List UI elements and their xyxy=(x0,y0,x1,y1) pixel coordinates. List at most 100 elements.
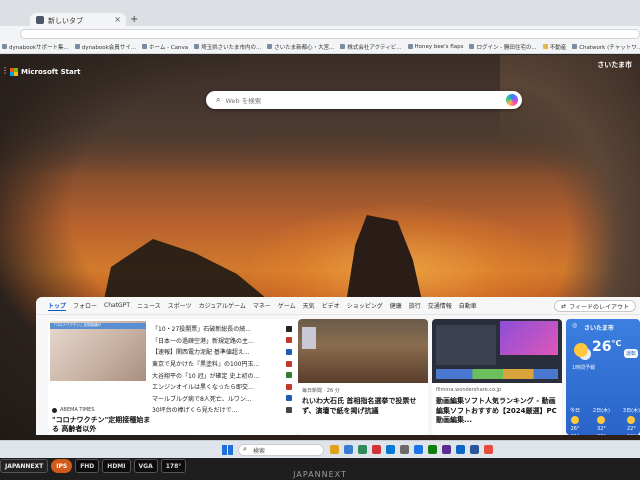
copilot-icon[interactable] xyxy=(506,94,518,106)
ad-card-video-editor[interactable]: filmora.wondershare.co.jp 動画編集ソフト人気ランキング… xyxy=(432,319,562,435)
taskbar-app-icon[interactable] xyxy=(330,445,339,454)
weather-pill[interactable]: 運転 xyxy=(623,349,638,358)
forecast-day[interactable]: 3日(木) 22° 19° xyxy=(623,407,640,435)
feed-tab[interactable]: カジュアルゲーム xyxy=(199,301,246,310)
bookmark-label: dynabook会員サイ... xyxy=(81,44,137,51)
preview-panel-shape xyxy=(500,321,558,355)
news-headline[interactable]: れいわ大石氏 首相指名選挙で投票せず、演壇で紙を掲げ抗議 xyxy=(302,397,426,416)
bookmark-item[interactable]: dynabook会員サイ... xyxy=(74,43,137,51)
feed-tab[interactable]: フォロー xyxy=(73,301,97,310)
forecast-low: 23° xyxy=(597,434,606,435)
taskbar-app-icon[interactable] xyxy=(442,445,451,454)
bookmark-item[interactable]: Chatwork (チャットワ... xyxy=(572,43,640,51)
list-item[interactable]: 東京で見かけた『黒塗料』の100円玉... xyxy=(152,358,296,370)
list-item[interactable]: 「日本一の過疎空港」新規定路の主... xyxy=(152,335,296,347)
news-card-politics[interactable]: 毎日新聞 · 26 分 れいわ大石氏 首相指名選挙で投票せず、演壇で紙を掲げ抗議 xyxy=(298,319,428,435)
address-bar[interactable] xyxy=(20,29,640,39)
forecast-day[interactable]: 2日(木) 32° 23° xyxy=(593,407,610,435)
monitor-brand: JAPANNEXT xyxy=(293,470,347,479)
temperature-value: 26 xyxy=(592,339,612,355)
bookmark-item[interactable]: 埼玉県さいたま市内の... xyxy=(194,43,261,51)
bookmark-item[interactable]: ログイン - 勝田住宅の... xyxy=(469,43,537,51)
microsoft-start-logo[interactable]: Microsoft Start xyxy=(10,68,81,76)
search-placeholder: Web を検索 xyxy=(225,97,262,105)
bookmark-item[interactable]: ホーム - Canva xyxy=(142,43,188,51)
feed-tab[interactable]: 交通情報 xyxy=(428,301,452,310)
taskbar: ⌕ 検索 xyxy=(0,440,640,458)
feed-tab[interactable]: 自動車 xyxy=(459,301,477,310)
feed-tab[interactable]: マネー xyxy=(253,301,271,310)
news-card-top[interactable]: 「コロナワクチン」定期接種が 「10・27投開票」石破新総長の続... 「日本一の… xyxy=(48,319,298,435)
bookmark-label: ホーム - Canva xyxy=(149,44,189,51)
feed-tab[interactable]: ゲーム xyxy=(278,301,296,310)
temperature-unit: °C xyxy=(611,339,622,348)
page-icon xyxy=(572,44,578,49)
weather-widget[interactable]: ◎ さいたま市 26°C 運転 1時間予報 今日 26° 21° 2日(木) 32° 23… xyxy=(566,319,640,435)
source-name: ABEMA TIMES xyxy=(60,407,95,413)
list-item-text: エンジンオイルは黒くなったら即交... xyxy=(152,384,254,392)
taskbar-app-icon[interactable] xyxy=(414,445,423,454)
page-icon xyxy=(194,44,200,49)
new-tab-button[interactable]: + xyxy=(130,14,138,25)
bookmark-item[interactable]: 不動産 xyxy=(542,43,566,51)
page-icon xyxy=(340,44,346,49)
ad-headline[interactable]: 動画編集ソフト人気ランキング - 動画編集ソフトおすすめ【2024厳選】PC動画… xyxy=(436,397,560,426)
forecast-day[interactable]: 今日 26° 21° xyxy=(570,407,580,435)
taskbar-app-icon[interactable] xyxy=(400,445,409,454)
source-badge-icon xyxy=(286,372,292,379)
thumbnail-caption: 「コロナワクチン」定期接種が xyxy=(50,323,146,329)
source-badge-icon xyxy=(286,360,292,367)
news-source: 毎日新聞 · 26 分 xyxy=(302,388,340,394)
feed-tab[interactable]: ニュース xyxy=(137,301,161,310)
bookmark-item[interactable]: dynabookサポート集... xyxy=(2,43,69,51)
bookmark-label: Honey bee's flaps xyxy=(414,43,464,50)
feed-tab[interactable]: スポーツ xyxy=(168,301,192,310)
tab-new-tab[interactable]: 新しいタブ × xyxy=(30,13,126,27)
news-thumbnail[interactable] xyxy=(298,319,428,383)
menu-icon[interactable]: ⋮ xyxy=(1,66,9,75)
list-item[interactable]: マールブルグ病で8人死亡、ルワン... xyxy=(152,393,296,405)
feed-tab[interactable]: 旅行 xyxy=(409,301,421,310)
page-icon xyxy=(2,44,7,49)
bookmark-item[interactable]: 株式会社アクティビ... xyxy=(340,43,402,51)
list-item[interactable]: 30坪台の棒げくら見ただけで... xyxy=(152,404,296,416)
feed-tab[interactable]: ビデオ xyxy=(322,301,340,310)
windows-start-icon[interactable] xyxy=(222,445,233,455)
taskbar-app-icon[interactable] xyxy=(456,445,465,454)
ad-thumbnail[interactable] xyxy=(432,319,562,383)
forecast-high: 32° xyxy=(597,426,606,432)
feed-tab[interactable]: トップ xyxy=(48,301,67,311)
page-icon xyxy=(407,44,413,49)
feed-layout-button[interactable]: ⇄ フィードのレイアウト xyxy=(554,300,636,312)
list-item[interactable]: 【速報】関西電力泥配 基準値超え... xyxy=(152,346,296,358)
sun-icon xyxy=(597,416,606,424)
web-search-box[interactable]: ⌕ Web を検索 xyxy=(206,91,522,109)
bookmarks-bar: dynabookサポート集... dynabook会員サイ... ホーム - Can… xyxy=(0,40,640,54)
news-headline[interactable]: "コロナワクチン"定期接種始まる 高齢者以外 xyxy=(52,416,152,434)
taskbar-app-icon[interactable] xyxy=(428,445,437,454)
list-item[interactable]: 「10・27投開票」石破新総長の続... xyxy=(152,323,296,335)
list-item[interactable]: エンジンオイルは黒くなったら即交... xyxy=(152,381,296,393)
tab-title: 新しいタブ xyxy=(48,17,83,25)
feed-tab[interactable]: 健康 xyxy=(390,301,402,310)
taskbar-app-icon[interactable] xyxy=(484,445,493,454)
taskbar-app-icon[interactable] xyxy=(358,445,367,454)
list-item[interactable]: 大谷翔平の「10 冠」が確定 史上初の... xyxy=(152,369,296,381)
feed-tab[interactable]: ChatGPT xyxy=(104,302,130,309)
bookmark-item[interactable]: Honey bee's flaps xyxy=(407,43,464,50)
forecast-day-label: 今日 xyxy=(570,408,581,414)
news-source: ABEMA TIMES xyxy=(52,407,95,413)
news-feed: トップ フォロー ChatGPT ニュース スポーツ カジュアルゲーム マネー ゲーム 天気 ビデ… xyxy=(36,297,640,435)
feed-tab[interactable]: 天気 xyxy=(303,301,315,310)
source-badge-icon xyxy=(286,406,292,413)
taskbar-search[interactable]: ⌕ 検索 xyxy=(238,444,324,456)
bookmark-item[interactable]: さいたま新都心・大宮... xyxy=(267,43,334,51)
taskbar-app-icon[interactable] xyxy=(344,445,353,454)
taskbar-app-icon[interactable] xyxy=(372,445,381,454)
city-label[interactable]: さいたま市 xyxy=(597,60,632,70)
close-icon[interactable]: × xyxy=(114,15,121,24)
taskbar-app-icon[interactable] xyxy=(470,445,479,454)
taskbar-app-icon[interactable] xyxy=(386,445,395,454)
news-thumbnail[interactable]: 「コロナワクチン」定期接種が xyxy=(50,321,146,381)
feed-tab[interactable]: ショッピング xyxy=(347,301,383,310)
